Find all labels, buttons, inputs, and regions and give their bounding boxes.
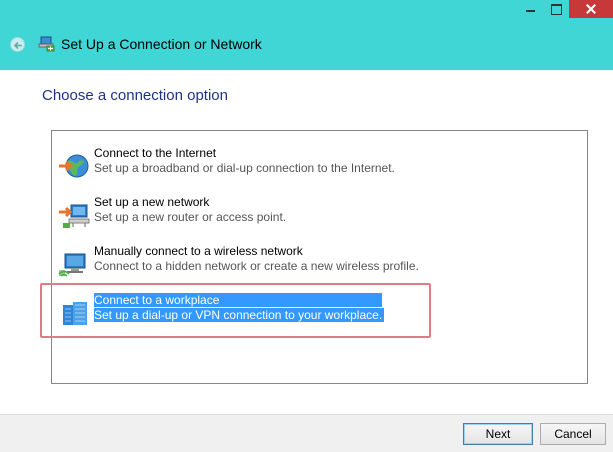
maximize-button[interactable] xyxy=(543,0,569,18)
title-bar: Set Up a Connection or Network xyxy=(0,0,613,70)
option-connect-to-internet[interactable]: Connect to the Internet Set up a broadba… xyxy=(53,144,586,188)
page-heading: Choose a connection option xyxy=(42,87,228,104)
workplace-icon xyxy=(63,302,87,325)
option-new-network[interactable]: Set up a new network Set up a new router… xyxy=(53,193,586,237)
option-description: Set up a dial-up or VPN connection to yo… xyxy=(94,308,385,322)
option-title: Manually connect to a wireless network xyxy=(94,244,303,258)
back-arrow-icon[interactable] xyxy=(10,37,25,52)
option-title: Connect to a workplace xyxy=(94,293,382,307)
wireless-network-icon xyxy=(58,253,86,277)
cancel-button[interactable]: Cancel xyxy=(540,423,606,445)
window-title: Set Up a Connection or Network xyxy=(61,36,262,52)
globe-network-icon xyxy=(59,154,89,178)
option-title: Connect to the Internet xyxy=(94,146,217,160)
option-description: Connect to a hidden network or create a … xyxy=(94,259,419,273)
option-manual-wireless[interactable]: Manually connect to a wireless network C… xyxy=(53,242,586,286)
option-description: Set up a broadband or dial-up connection… xyxy=(94,161,395,175)
router-setup-icon xyxy=(59,204,90,228)
option-connect-to-workplace[interactable]: Connect to a workplace Set up a dial-up … xyxy=(53,291,586,335)
option-title: Set up a new network xyxy=(94,195,210,209)
connection-options-list[interactable]: Connect to the Internet Set up a broadba… xyxy=(51,130,588,384)
close-button[interactable] xyxy=(569,0,613,18)
network-setup-icon xyxy=(38,36,55,52)
minimize-button[interactable] xyxy=(519,0,543,18)
next-button[interactable]: Next xyxy=(463,423,533,445)
dialog-footer: Next Cancel xyxy=(0,414,613,452)
option-description: Set up a new router or access point. xyxy=(94,210,287,224)
